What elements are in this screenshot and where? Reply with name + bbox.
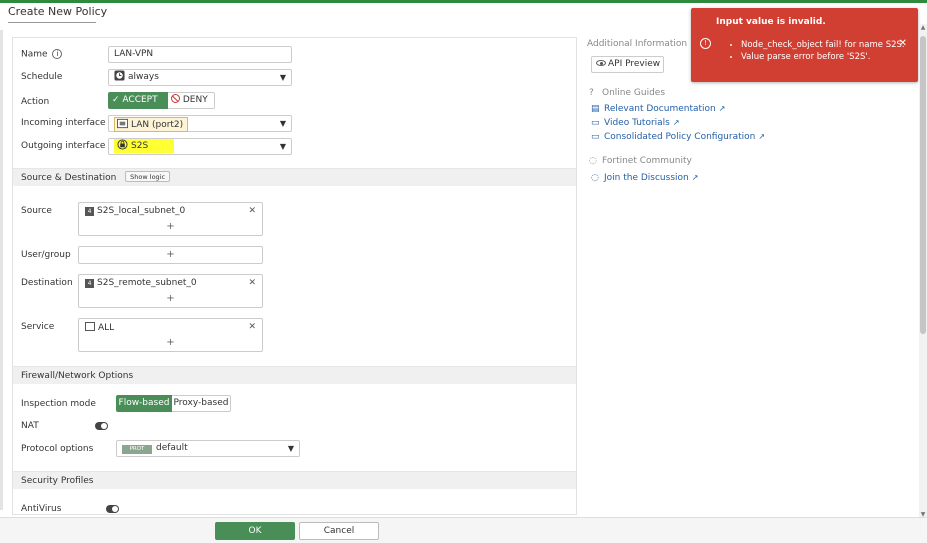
toast-messages: Node_check_object fail! for name S2S. Va…: [728, 39, 905, 63]
top-accent-bar: [0, 0, 927, 3]
source-label: Source: [21, 206, 52, 216]
policy-form-panel: Name i LAN-VPN Schedule always ▼ Action …: [12, 37, 577, 515]
deny-icon: [171, 94, 180, 103]
tunnel-icon: [117, 139, 128, 150]
service-field[interactable]: ALL ✕ +: [78, 318, 263, 352]
info-icon[interactable]: i: [52, 49, 63, 59]
action-label: Action: [21, 97, 50, 107]
protocol-options-select[interactable]: PROT default ▼: [116, 440, 300, 457]
destination-field[interactable]: 4 S2S_remote_subnet_0 ✕ +: [78, 274, 263, 308]
document-icon: ▤: [591, 104, 600, 114]
external-link-icon: ↗: [758, 132, 766, 141]
add-icon[interactable]: +: [79, 293, 262, 304]
service-label: Service: [21, 322, 55, 332]
schedule-label: Schedule: [21, 72, 63, 82]
schedule-select[interactable]: always ▼: [108, 69, 292, 86]
scroll-up-icon[interactable]: ▲: [919, 24, 927, 31]
toast-message: Value parse error before 'S2S'.: [741, 51, 905, 63]
add-icon[interactable]: +: [79, 337, 262, 348]
protocol-options-label: Protocol options: [21, 444, 94, 454]
source-entry: 4 S2S_local_subnet_0: [85, 206, 185, 216]
add-icon[interactable]: +: [79, 249, 262, 260]
antivirus-toggle[interactable]: [106, 505, 119, 513]
clock-icon: [114, 70, 125, 81]
selected-interface-chip: LAN (port2): [114, 117, 189, 132]
form-footer: OK Cancel: [0, 517, 927, 543]
prot-badge: PROT: [122, 445, 152, 454]
additional-info-heading: Additional Information: [587, 39, 688, 49]
user-group-label: User/group: [21, 250, 71, 260]
cancel-button[interactable]: Cancel: [299, 522, 379, 540]
destination-label: Destination: [21, 278, 73, 288]
user-group-field[interactable]: +: [78, 246, 263, 264]
external-link-icon: ↗: [691, 173, 699, 182]
chevron-down-icon: ▼: [279, 142, 286, 151]
toast-message: Node_check_object fail! for name S2S.: [741, 39, 905, 51]
check-icon: ✓: [112, 95, 120, 105]
chat-icon: ◌: [589, 156, 597, 166]
chevron-down-icon: ▼: [279, 73, 286, 82]
source-field[interactable]: 4 S2S_local_subnet_0 ✕ +: [78, 202, 263, 236]
page-title: Create New Policy: [8, 5, 108, 18]
title-underline: [8, 22, 96, 23]
show-logic-button[interactable]: Show logic: [125, 171, 171, 182]
chevron-down-icon: ▼: [279, 119, 286, 128]
selected-interface-chip: S2S: [114, 139, 175, 153]
join-discussion-link[interactable]: ◌ Join the Discussion ↗: [591, 173, 698, 183]
api-preview-button[interactable]: API Preview: [591, 56, 664, 73]
page-scrollbar[interactable]: ▲ ▼: [919, 24, 927, 518]
accept-button[interactable]: ✓ ACCEPT: [108, 92, 168, 109]
address-icon: 4: [85, 207, 94, 216]
toast-title: Input value is invalid.: [716, 17, 826, 27]
service-entry: ALL: [85, 322, 114, 333]
proxy-based-button[interactable]: Proxy-based: [172, 395, 231, 412]
section-firewall-network: Firewall/Network Options: [13, 366, 576, 384]
external-link-icon: ↗: [718, 104, 726, 113]
close-icon[interactable]: ✕: [899, 38, 907, 49]
left-edge-strip: [0, 30, 3, 510]
section-source-destination: Source & Destination Show logic: [13, 168, 576, 186]
name-input[interactable]: LAN-VPN: [108, 46, 292, 63]
relevant-documentation-link[interactable]: ▤ Relevant Documentation ↗: [591, 104, 725, 114]
service-icon: [85, 322, 95, 331]
consolidated-policy-link[interactable]: ▭ Consolidated Policy Configuration ↗: [591, 132, 765, 142]
nat-label: NAT: [21, 421, 39, 431]
incoming-interface-select[interactable]: LAN (port2) ▼: [108, 115, 292, 132]
external-link-icon: ↗: [672, 118, 680, 127]
ok-button[interactable]: OK: [215, 522, 295, 540]
help-icon: ?: [589, 88, 594, 98]
nat-toggle[interactable]: [95, 422, 108, 430]
remove-icon[interactable]: ✕: [248, 206, 256, 216]
deny-button[interactable]: DENY: [168, 92, 215, 109]
section-security-profiles: Security Profiles: [13, 471, 576, 489]
video-icon: ▭: [591, 132, 600, 142]
port-icon: [117, 118, 128, 129]
outgoing-interface-label: Outgoing interface: [21, 141, 106, 151]
remove-icon[interactable]: ✕: [248, 278, 256, 288]
address-icon: 4: [85, 279, 94, 288]
video-icon: ▭: [591, 118, 600, 128]
error-toast: Input value is invalid. ! Node_check_obj…: [691, 8, 918, 82]
eye-icon: [596, 60, 606, 66]
incoming-interface-label: Incoming interface: [21, 118, 106, 128]
name-label: Name i: [21, 49, 63, 60]
outgoing-interface-select[interactable]: S2S ▼: [108, 138, 292, 155]
schedule-value: always: [128, 72, 159, 82]
chat-icon: ◌: [591, 173, 599, 183]
inspection-mode-label: Inspection mode: [21, 399, 96, 409]
chevron-down-icon: ▼: [287, 444, 294, 453]
video-tutorials-link[interactable]: ▭ Video Tutorials ↗: [591, 118, 680, 128]
antivirus-label: AntiVirus: [21, 504, 62, 514]
destination-entry: 4 S2S_remote_subnet_0: [85, 278, 197, 288]
flow-based-button[interactable]: Flow-based: [116, 395, 172, 412]
fortinet-community-heading: ◌ Fortinet Community: [589, 156, 692, 166]
add-icon[interactable]: +: [79, 221, 262, 232]
remove-icon[interactable]: ✕: [248, 322, 256, 332]
online-guides-heading: ? Online Guides: [589, 88, 666, 98]
scroll-thumb[interactable]: [920, 36, 926, 334]
error-icon: !: [700, 38, 711, 49]
